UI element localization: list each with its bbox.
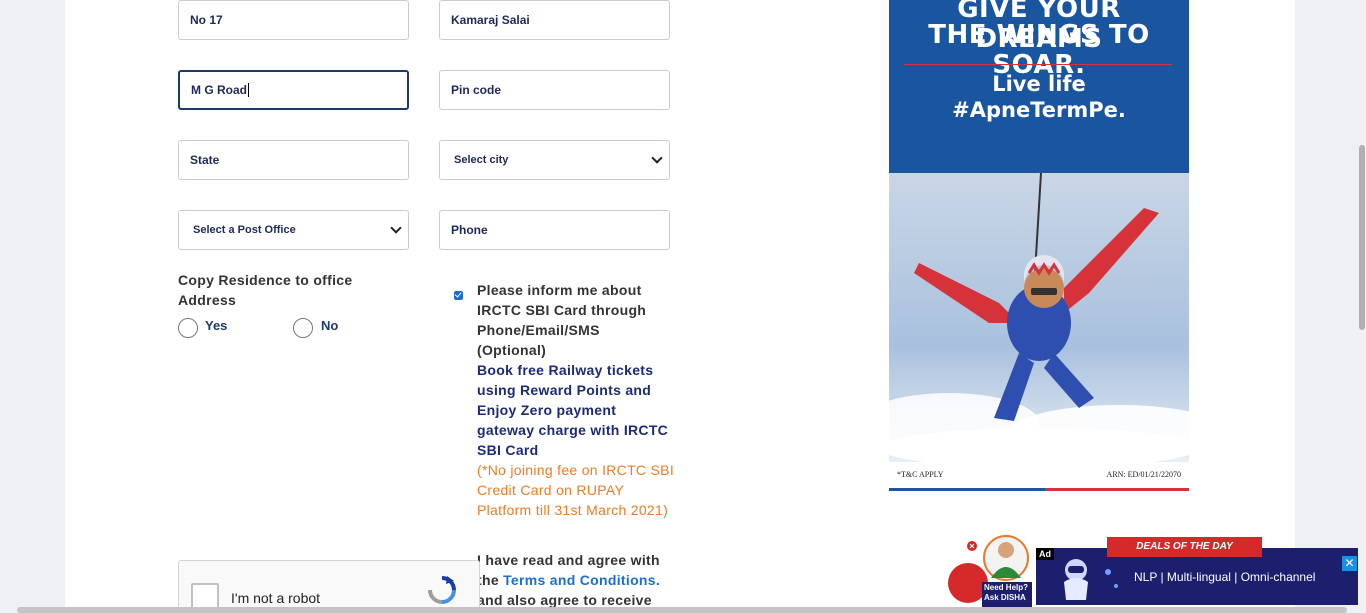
insurance-ad[interactable]: GIVE YOUR DREAMS THE WINGS TO SOAR. Live… bbox=[889, 0, 1189, 491]
chevron-down-icon bbox=[390, 222, 402, 234]
phone-placeholder: Phone bbox=[451, 223, 488, 237]
ad-divider bbox=[904, 64, 1172, 65]
skydiver-image bbox=[889, 173, 1189, 462]
book-tickets-text: Book free Railway tickets using Reward P… bbox=[477, 362, 669, 458]
state-placeholder: State bbox=[190, 153, 220, 167]
disha-text-2: Ask DISHA bbox=[984, 593, 1026, 602]
city-select-value: Select city bbox=[454, 154, 509, 166]
street-value: Kamaraj Salai bbox=[451, 13, 530, 27]
chevron-down-icon bbox=[651, 152, 663, 164]
address-line2-field[interactable]: No 17 bbox=[178, 0, 409, 40]
ad-sub-2: #ApneTermPe. bbox=[952, 98, 1126, 122]
recaptcha-widget: I'm not a robot bbox=[178, 560, 480, 613]
radio-yes[interactable] bbox=[178, 318, 198, 338]
disha-text-1: Need Help? bbox=[984, 583, 1029, 592]
robot-icon bbox=[1064, 559, 1118, 600]
radio-no[interactable] bbox=[293, 318, 313, 338]
area-field[interactable]: M G Road bbox=[178, 70, 409, 110]
city-select[interactable]: Select city bbox=[439, 140, 670, 180]
recaptcha-logo-icon bbox=[428, 576, 456, 604]
ad-tag: Ad bbox=[1036, 548, 1054, 560]
area-value: M G Road bbox=[191, 83, 247, 97]
post-office-select-value: Select a Post Office bbox=[193, 224, 296, 236]
ad-headline-2: THE WINGS TO SOAR. bbox=[928, 20, 1150, 80]
terms-link[interactable]: Terms and Conditions. bbox=[503, 572, 660, 588]
ad-bottom-bar bbox=[889, 488, 1189, 491]
vertical-scrollbar-thumb[interactable] bbox=[1359, 145, 1365, 330]
phone-field[interactable]: Phone bbox=[439, 210, 670, 250]
ad-arn: ARN: ED/01/21/22070 bbox=[1106, 470, 1181, 479]
ad-sub-1: Live life bbox=[992, 72, 1086, 96]
post-office-select[interactable]: Select a Post Office bbox=[178, 210, 409, 250]
pincode-placeholder: Pin code bbox=[451, 83, 502, 97]
no-joining-fee-note: (*No joining fee on IRCTC SBI Credit Car… bbox=[477, 462, 675, 518]
close-icon[interactable]: ✕ bbox=[1342, 556, 1357, 571]
ad-footer: *T&C APPLY ARN: ED/01/21/22070 bbox=[889, 462, 1189, 491]
agree-text: I have read and agree with the Terms and… bbox=[477, 550, 677, 610]
disha-label: Need Help? Ask DISHA bbox=[984, 583, 1028, 603]
street-field[interactable]: Kamaraj Salai bbox=[439, 0, 670, 40]
pincode-field[interactable]: Pin code bbox=[439, 70, 670, 110]
radio-no-label: No bbox=[321, 318, 339, 333]
ad-tc: *T&C APPLY bbox=[897, 470, 944, 479]
text-caret bbox=[248, 83, 249, 97]
deals-of-the-day-badge: DEALS OF THE DAY bbox=[1107, 537, 1262, 557]
horizontal-scrollbar[interactable] bbox=[17, 607, 1347, 613]
state-field[interactable]: State bbox=[178, 140, 409, 180]
banner-text: NLP | Multi-lingual | Omni-channel bbox=[1134, 570, 1316, 584]
inform-checkbox[interactable] bbox=[454, 291, 463, 300]
recaptcha-label: I'm not a robot bbox=[231, 590, 321, 606]
radio-yes-label: Yes bbox=[205, 318, 228, 333]
address-line2-value: No 17 bbox=[190, 13, 223, 27]
inform-text: Please inform me about IRCTC SBI Card th… bbox=[477, 282, 647, 358]
copy-residence-label: Copy Residence to office Address bbox=[178, 272, 353, 308]
agree-suffix: and also agree to receive bbox=[477, 592, 652, 608]
